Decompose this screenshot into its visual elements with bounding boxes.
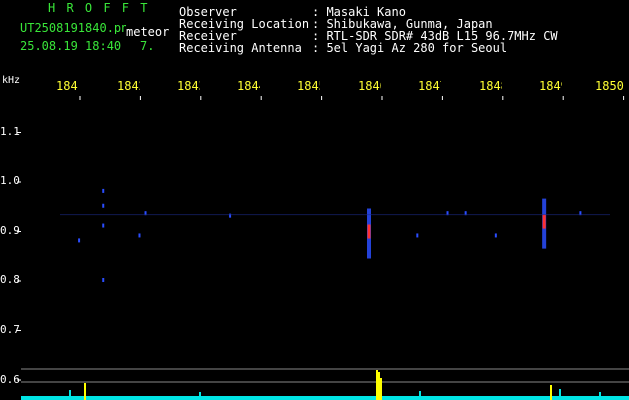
x-tick-label: 1841 — [56, 80, 79, 92]
y-tick-label: 1.0 — [0, 174, 20, 187]
x-tick-label: 1846 — [358, 80, 381, 92]
y-tick-label: 0.8 — [0, 273, 20, 286]
x-tick-label: 1848 — [479, 80, 502, 92]
x-tick-label: 1849 — [539, 80, 562, 92]
y-tick-label: 1.1 — [0, 125, 20, 138]
echo-dot — [102, 223, 105, 228]
echo-dot — [416, 233, 419, 238]
meteor-echo-signals — [60, 188, 610, 282]
echo-dot — [138, 233, 141, 238]
spectrogram-plot — [17, 96, 629, 400]
x-tick-marks — [79, 96, 625, 100]
x-tick-label: 1850 — [595, 80, 624, 92]
bottom-level-traces — [21, 368, 629, 400]
x-tick-label: 1844 — [237, 80, 260, 92]
x-tick-label: 1845 — [297, 80, 320, 92]
echo-dot — [494, 233, 497, 238]
noise-floor-trace — [21, 396, 629, 400]
mode-label: meteor — [126, 25, 170, 39]
echo-dot — [102, 203, 105, 208]
y-axis-unit: kHz — [2, 75, 21, 86]
antenna-value: : 5el Yagi Az 280 for Seoul — [312, 41, 508, 55]
image-filename: UT2508191840.png — [20, 22, 126, 34]
strong-echo-core — [542, 214, 546, 229]
x-tick-label: 1843 — [177, 80, 200, 92]
echo-dot — [78, 238, 81, 243]
echo-dot — [102, 278, 105, 282]
echo-dot — [102, 188, 105, 193]
y-tick-label: 0.9 — [0, 224, 20, 237]
x-tick-label: 1842 — [117, 80, 140, 92]
observation-datetime: 25.08.19 18:40 — [20, 39, 122, 53]
y-tick-label: 0.7 — [0, 323, 20, 336]
y-tick-label: 0.6 — [0, 373, 20, 386]
app-title: H R O F F T — [48, 1, 150, 15]
strong-echo-core — [367, 224, 371, 239]
y-tick-marks — [17, 132, 21, 381]
antenna-label: Receiving Antenna — [179, 41, 302, 55]
echo-count: 7. — [140, 39, 155, 53]
x-tick-label: 1847 — [418, 80, 441, 92]
